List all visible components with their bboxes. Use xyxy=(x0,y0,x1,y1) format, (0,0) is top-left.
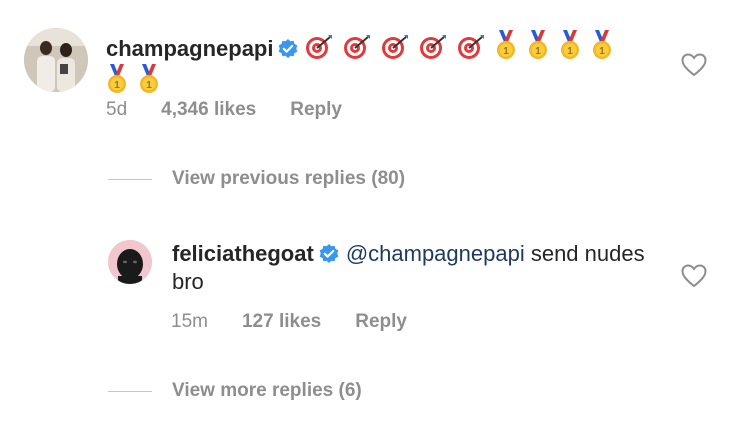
svg-text:1: 1 xyxy=(536,46,542,57)
svg-text:1: 1 xyxy=(114,80,120,91)
reply-username[interactable]: feliciathegoat xyxy=(172,241,314,266)
reply-text: feliciathegoat @champagnepapi send nudes … xyxy=(172,240,672,296)
view-more-replies[interactable]: View more replies (6) xyxy=(108,380,362,402)
medal-emoji-icon: 1 xyxy=(495,30,517,60)
medal-emoji-icon: 1 xyxy=(591,30,613,60)
comment-likes[interactable]: 4,346 likes xyxy=(161,99,256,121)
verified-badge-icon xyxy=(318,243,340,265)
avatar[interactable] xyxy=(24,28,88,92)
svg-text:1: 1 xyxy=(600,46,606,57)
like-heart-icon[interactable] xyxy=(681,53,707,77)
mention-link[interactable]: @champagnepapi xyxy=(346,241,525,266)
reply-avatar[interactable] xyxy=(108,240,152,284)
target-emoji-icon xyxy=(419,34,447,60)
comment-username[interactable]: champagnepapi xyxy=(106,36,273,61)
reply-meta: 15m 127 likes Reply xyxy=(171,311,407,333)
reply-likes[interactable]: 127 likes xyxy=(242,311,321,333)
comment-reply-button[interactable]: Reply xyxy=(290,99,342,121)
svg-text:1: 1 xyxy=(568,46,574,57)
comment-age: 5d xyxy=(106,99,128,120)
verified-badge-icon xyxy=(277,38,299,60)
svg-text:1: 1 xyxy=(504,46,510,57)
target-emoji-icon xyxy=(305,34,333,60)
target-emoji-icon xyxy=(381,34,409,60)
medal-emoji-icon: 1 xyxy=(138,64,160,94)
view-previous-replies-label[interactable]: View previous replies (80) xyxy=(172,168,405,190)
medal-emoji-icon: 1 xyxy=(106,64,128,94)
view-more-replies-label[interactable]: View more replies (6) xyxy=(172,380,362,402)
reply-age: 15m xyxy=(171,311,208,332)
comment-text: champagnepapi 1 1 1 1 1 1 xyxy=(106,30,646,98)
thread-line xyxy=(108,390,152,392)
target-emoji-icon xyxy=(457,34,485,60)
medal-emoji-icon: 1 xyxy=(559,30,581,60)
like-heart-icon[interactable] xyxy=(681,264,707,288)
medal-emoji-icon: 1 xyxy=(527,30,549,60)
thread-line xyxy=(108,178,152,180)
view-previous-replies[interactable]: View previous replies (80) xyxy=(108,168,405,190)
reply-reply-button[interactable]: Reply xyxy=(355,311,407,333)
target-emoji-icon xyxy=(343,34,371,60)
svg-text:1: 1 xyxy=(146,80,152,91)
comment-meta: 5d 4,346 likes Reply xyxy=(106,99,342,121)
